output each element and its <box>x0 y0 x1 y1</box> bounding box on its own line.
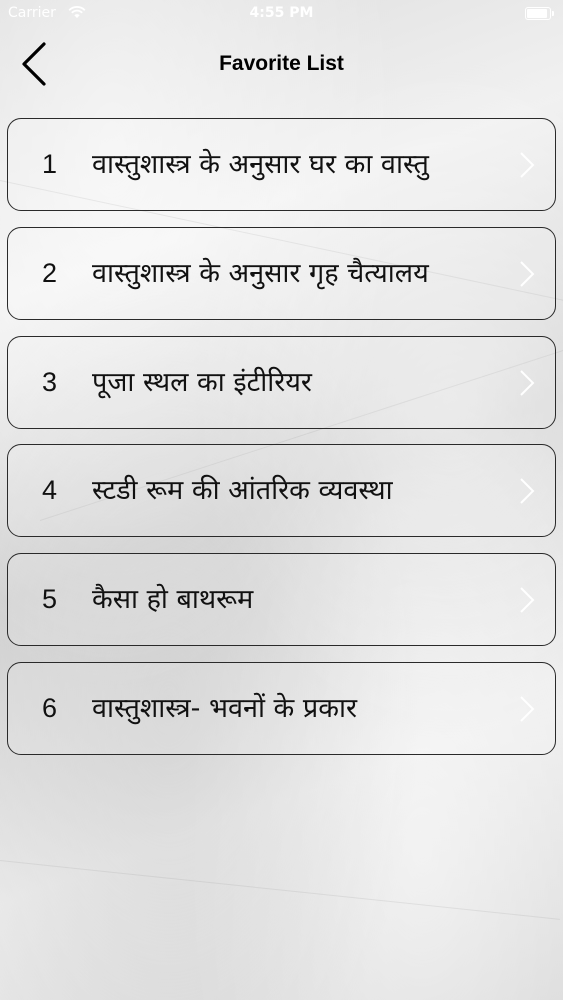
item-title: स्टडी रूम की आंतरिक व्यवस्था <box>92 475 393 507</box>
list-item[interactable]: 5 कैसा हो बाथरूम <box>7 553 556 647</box>
list-item[interactable]: 2 वास्तुशास्त्र के अनुसार गृह चैत्यालय <box>7 226 556 320</box>
item-number: 3 <box>42 366 58 397</box>
battery-icon <box>525 7 554 20</box>
item-title: वास्तुशास्त्र- भवनों के प्रकार <box>92 692 357 724</box>
item-number: 4 <box>42 475 58 506</box>
item-number: 1 <box>42 149 58 179</box>
list-item[interactable]: 3 पूजा स्थल का इंटीरियर <box>7 335 556 429</box>
list-item[interactable]: 1 वास्तुशास्त्र के अनुसार घर का वास्तु <box>7 118 556 211</box>
item-number: 6 <box>42 692 58 723</box>
battery-fill <box>527 9 547 18</box>
page-title: Favorite List <box>219 52 344 75</box>
list-item[interactable]: 4 स्टडी रूम की आंतरिक व्यवस्था <box>7 444 556 538</box>
favorite-list: 1 वास्तुशास्त्र के अनुसार घर का वास्तु 2… <box>7 118 556 771</box>
chevron-right-icon <box>520 152 535 178</box>
chevron-right-icon <box>520 478 535 505</box>
navigation-bar: Favorite List <box>0 36 563 92</box>
item-title: पूजा स्थल का इंटीरियर <box>92 366 312 398</box>
item-title: वास्तुशास्त्र के अनुसार घर का वास्तु <box>92 149 429 180</box>
item-title: वास्तुशास्त्र के अनुसार गृह चैत्यालय <box>92 257 429 289</box>
chevron-right-icon <box>520 261 535 287</box>
item-number: 2 <box>42 257 58 288</box>
paper-crease <box>0 860 560 920</box>
chevron-right-icon <box>520 696 535 722</box>
item-number: 5 <box>42 584 58 615</box>
chevron-right-icon <box>520 587 535 613</box>
status-time: 4:55 PM <box>249 5 314 21</box>
list-item[interactable]: 6 वास्तुशास्त्र- भवनों के प्रकार <box>7 661 556 755</box>
chevron-right-icon <box>520 369 535 396</box>
status-bar: Carrier 4:55 PM <box>0 0 563 28</box>
item-title: कैसा हो बाथरूम <box>92 584 254 616</box>
